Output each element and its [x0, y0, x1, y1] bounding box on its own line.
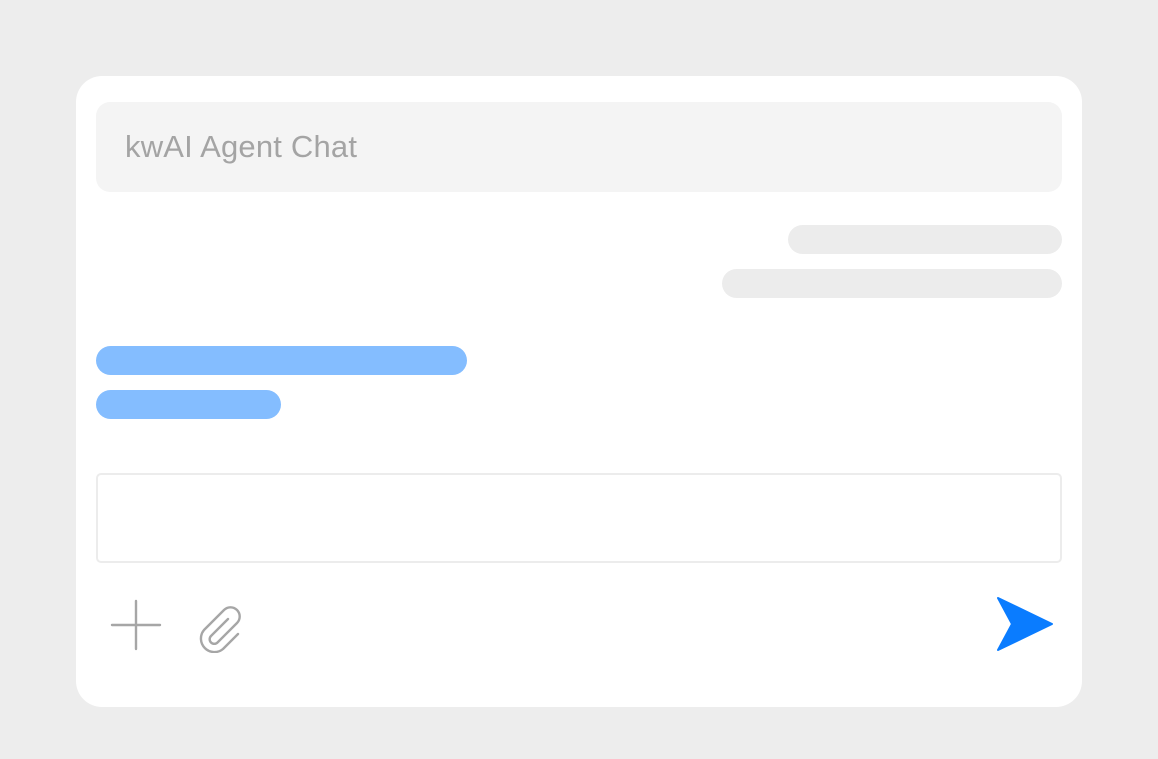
agent-message-line [722, 269, 1062, 298]
user-message-line [96, 390, 281, 419]
user-message-line [96, 346, 467, 375]
send-button[interactable] [994, 594, 1056, 654]
chat-card: kwAI Agent Chat [76, 76, 1082, 707]
attach-button[interactable] [194, 597, 246, 654]
send-icon [997, 597, 1053, 651]
plus-icon [110, 599, 162, 651]
chat-header: kwAI Agent Chat [96, 102, 1062, 192]
chat-title: kwAI Agent Chat [125, 129, 358, 164]
agent-message-line [788, 225, 1062, 254]
paperclip-icon [199, 606, 241, 654]
message-input[interactable] [96, 473, 1062, 563]
add-button[interactable] [110, 599, 162, 651]
